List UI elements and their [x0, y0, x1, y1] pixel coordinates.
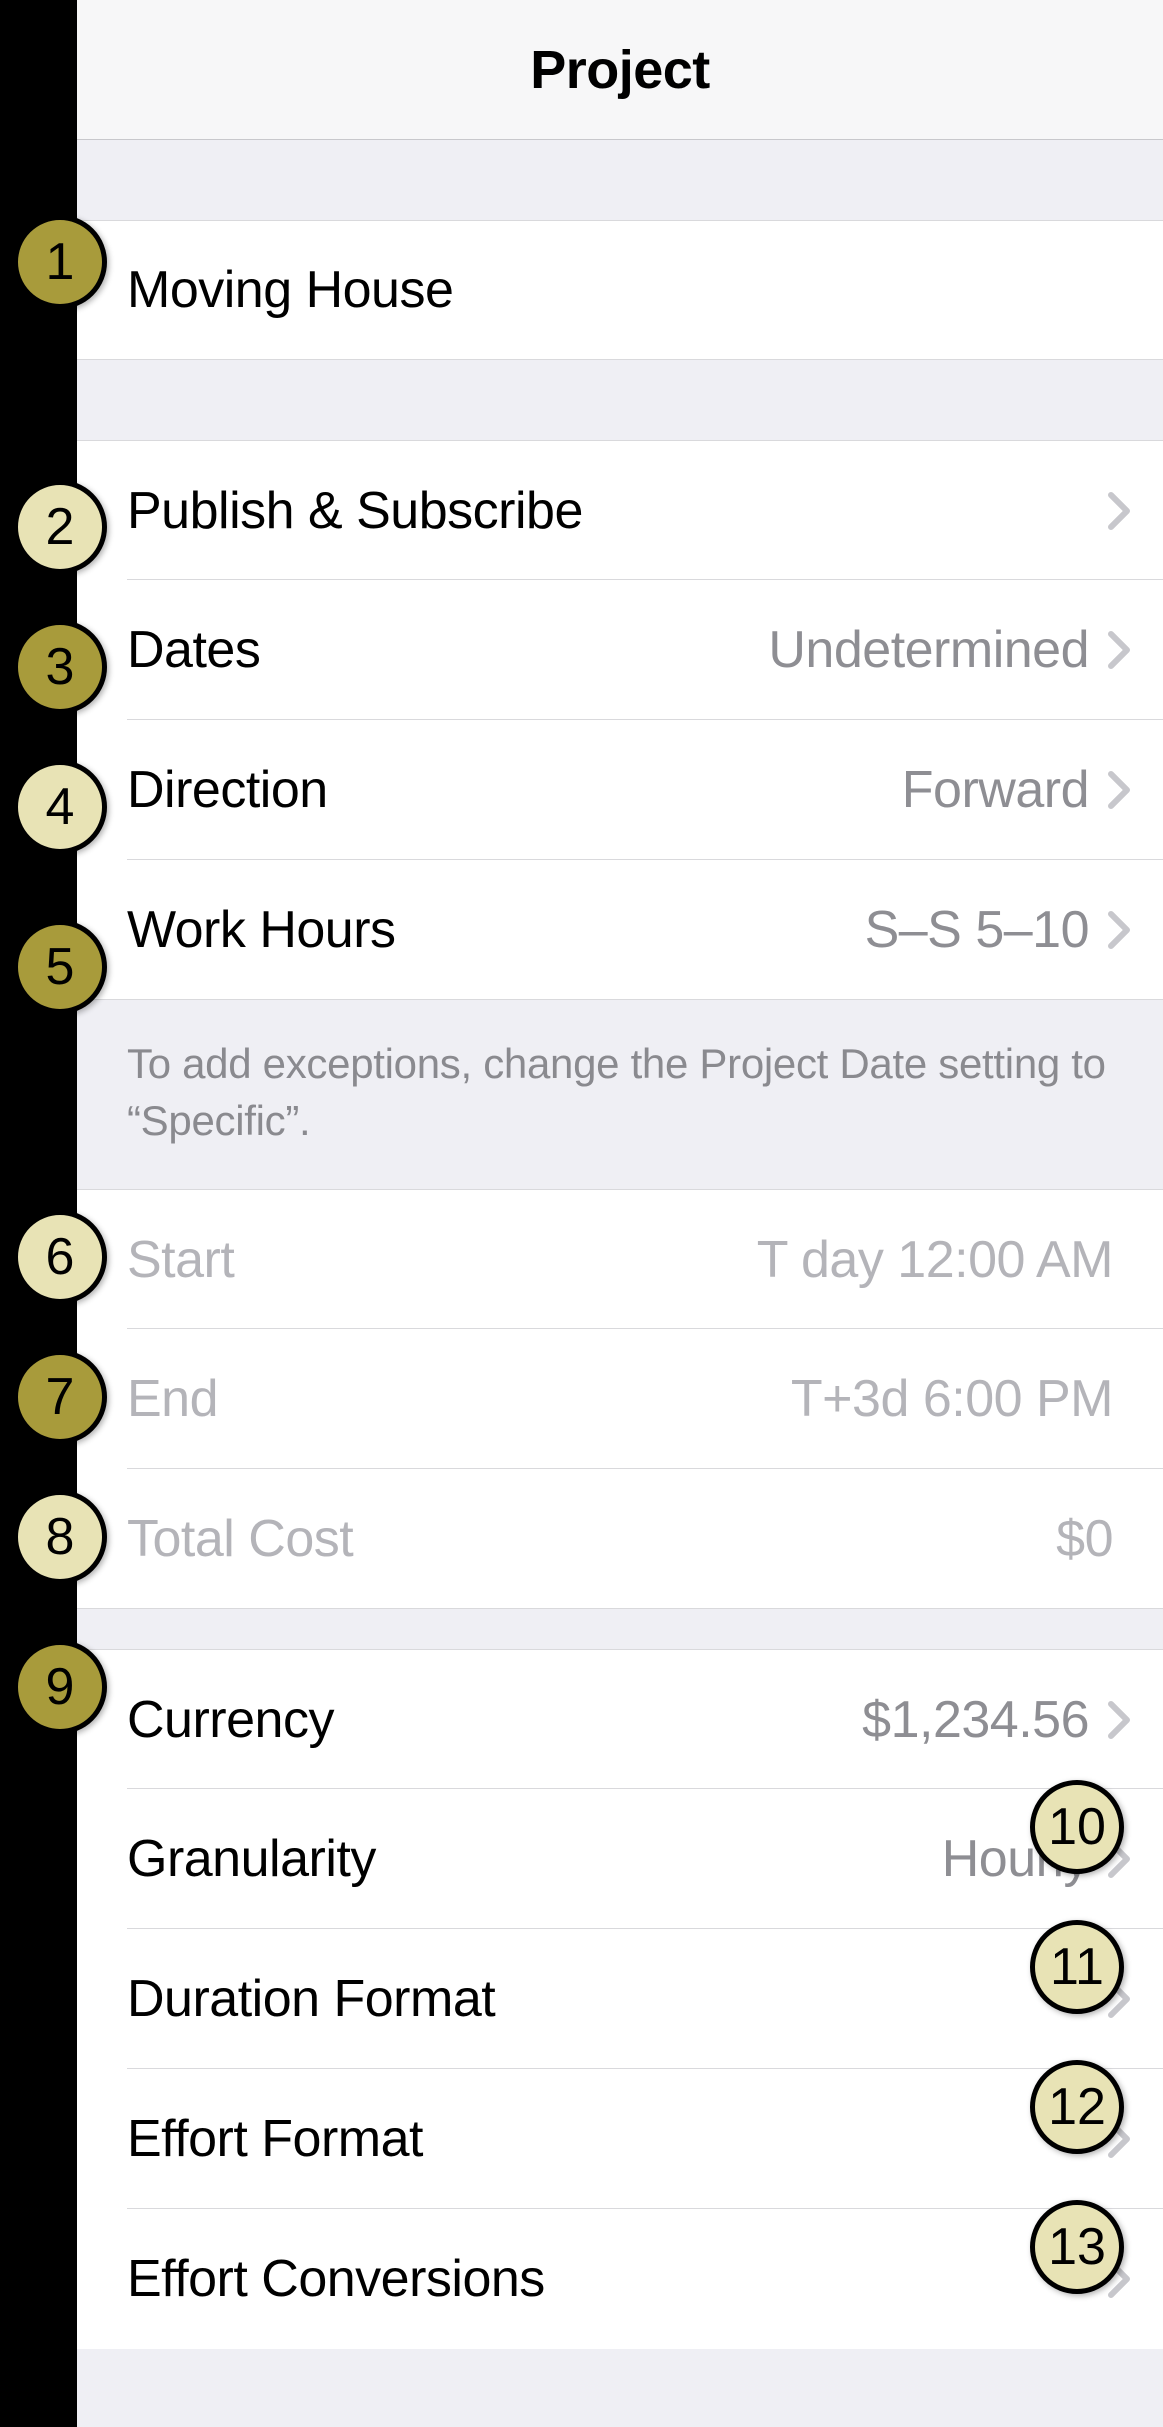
project-name-label: Moving House [127, 260, 1131, 320]
currency-label: Currency [127, 1690, 862, 1750]
total-cost-label: Total Cost [127, 1509, 1056, 1569]
direction-value: Forward [902, 760, 1089, 820]
chevron-right-icon [1107, 630, 1131, 670]
dates-value: Undetermined [768, 620, 1089, 680]
currency-cell[interactable]: Currency $1,234.56 [77, 1649, 1163, 1789]
annotation-badge-2: 2 [13, 480, 107, 574]
work-hours-cell[interactable]: Work Hours S–S 5–10 [77, 860, 1163, 1000]
total-cost-value: $0 [1056, 1509, 1113, 1569]
granularity-cell[interactable]: Granularity Hourly [77, 1789, 1163, 1929]
annotation-badge-6: 6 [13, 1210, 107, 1304]
annotation-badge-12: 12 [1030, 2060, 1124, 2154]
duration-format-label: Duration Format [127, 1969, 1089, 2029]
annotation-badge-5: 5 [13, 920, 107, 1014]
dates-label: Dates [127, 620, 768, 680]
annotation-badge-11: 11 [1030, 1920, 1124, 2014]
work-hours-label: Work Hours [127, 900, 865, 960]
chevron-right-icon [1107, 910, 1131, 950]
annotation-badge-3: 3 [13, 620, 107, 714]
total-cost-cell: Total Cost $0 [77, 1469, 1163, 1609]
currency-value: $1,234.56 [862, 1690, 1089, 1750]
annotation-badge-1: 1 [13, 215, 107, 309]
section-footer-note: To add exceptions, change the Project Da… [77, 1000, 1163, 1189]
granularity-label: Granularity [127, 1829, 942, 1889]
page-title: Project [530, 39, 710, 101]
duration-format-cell[interactable]: Duration Format [77, 1929, 1163, 2069]
chevron-right-icon [1107, 1700, 1131, 1740]
start-value: T day 12:00 AM [757, 1230, 1113, 1290]
chevron-right-icon [1107, 491, 1131, 531]
annotation-badge-7: 7 [13, 1350, 107, 1444]
publish-subscribe-cell[interactable]: Publish & Subscribe [77, 440, 1163, 580]
effort-format-label: Effort Format [127, 2109, 1089, 2169]
direction-label: Direction [127, 760, 902, 820]
annotation-badge-8: 8 [13, 1490, 107, 1584]
end-label: End [127, 1369, 791, 1429]
publish-subscribe-label: Publish & Subscribe [127, 481, 1107, 541]
effort-conversions-cell[interactable]: Effort Conversions [77, 2209, 1163, 2349]
dates-cell[interactable]: Dates Undetermined [77, 580, 1163, 720]
nav-bar: Project [77, 0, 1163, 140]
section-gap [77, 140, 1163, 220]
chevron-right-icon [1107, 770, 1131, 810]
annotation-badge-9: 9 [13, 1640, 107, 1734]
section-gap [77, 360, 1163, 440]
annotation-badge-4: 4 [13, 760, 107, 854]
annotation-badge-13: 13 [1030, 2200, 1124, 2294]
annotation-badge-10: 10 [1030, 1780, 1124, 1874]
project-name-cell[interactable]: Moving House [77, 220, 1163, 360]
app-screen: Project Moving House Publish & Subscribe… [77, 0, 1163, 2427]
start-label: Start [127, 1230, 757, 1290]
work-hours-value: S–S 5–10 [865, 900, 1089, 960]
end-cell: End T+3d 6:00 PM [77, 1329, 1163, 1469]
effort-conversions-label: Effort Conversions [127, 2249, 1089, 2309]
effort-format-cell[interactable]: Effort Format [77, 2069, 1163, 2209]
end-value: T+3d 6:00 PM [791, 1369, 1113, 1429]
start-cell: Start T day 12:00 AM [77, 1189, 1163, 1329]
direction-cell[interactable]: Direction Forward [77, 720, 1163, 860]
section-gap [77, 1609, 1163, 1649]
